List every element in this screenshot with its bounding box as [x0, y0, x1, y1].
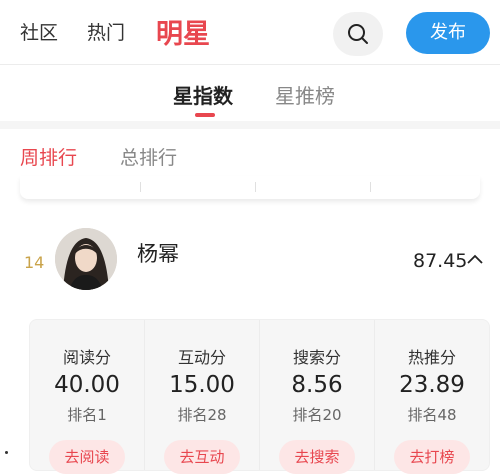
header-divider [0, 64, 500, 65]
stat-rank: 排名1 [67, 406, 107, 424]
previous-card-bottom [20, 176, 480, 199]
stat-interaction: 互动分 15.00 排名28 去互动 [144, 320, 259, 474]
go-vote-button[interactable]: 去打榜 [394, 440, 470, 474]
top-bar: 社区 热门 明星 发布 [0, 0, 500, 64]
stat-reading: 阅读分 40.00 排名1 去阅读 [30, 320, 144, 474]
avatar[interactable] [55, 228, 117, 290]
go-search-button[interactable]: 去搜索 [279, 440, 355, 474]
go-read-button[interactable]: 去阅读 [49, 440, 125, 474]
stat-rank: 排名20 [292, 406, 342, 424]
rank-number: 14 [24, 253, 45, 272]
stat-value: 23.89 [399, 372, 465, 398]
nav-star[interactable]: 明星 [156, 12, 210, 51]
stat-rank: 排名28 [177, 406, 227, 424]
stat-value: 15.00 [169, 372, 235, 398]
stat-label: 阅读分 [62, 348, 111, 367]
edge-dot [5, 451, 8, 454]
stat-label: 互动分 [177, 348, 226, 367]
go-interact-button[interactable]: 去互动 [164, 440, 240, 474]
search-icon [348, 24, 368, 44]
tab-star-index[interactable]: 星指数 [173, 80, 233, 109]
stat-hot-push: 热推分 23.89 排名48 去打榜 [374, 320, 489, 474]
subtab-weekly[interactable]: 周排行 [20, 143, 77, 170]
section-separator [0, 121, 500, 129]
stat-label: 搜索分 [292, 348, 341, 367]
stat-label: 热推分 [407, 348, 456, 367]
stat-value: 8.56 [291, 372, 343, 398]
nav-hot[interactable]: 热门 [87, 18, 125, 45]
total-score: 87.45 [413, 250, 468, 272]
active-tab-indicator [195, 113, 215, 117]
search-button[interactable] [333, 12, 383, 56]
publish-button[interactable]: 发布 [406, 12, 490, 54]
stat-rank: 排名48 [407, 406, 457, 424]
stat-value: 40.00 [54, 372, 120, 398]
score-breakdown: 阅读分 40.00 排名1 去阅读 互动分 15.00 排名28 去互动 搜索分… [29, 319, 490, 474]
stat-search: 搜索分 8.56 排名20 去搜索 [259, 320, 374, 474]
chevron-up-icon[interactable] [466, 252, 484, 266]
tab-star-promotion[interactable]: 星推榜 [275, 80, 335, 109]
subtab-overall[interactable]: 总排行 [120, 143, 177, 170]
celebrity-name: 杨幂 [137, 242, 179, 266]
nav-community[interactable]: 社区 [20, 18, 58, 45]
